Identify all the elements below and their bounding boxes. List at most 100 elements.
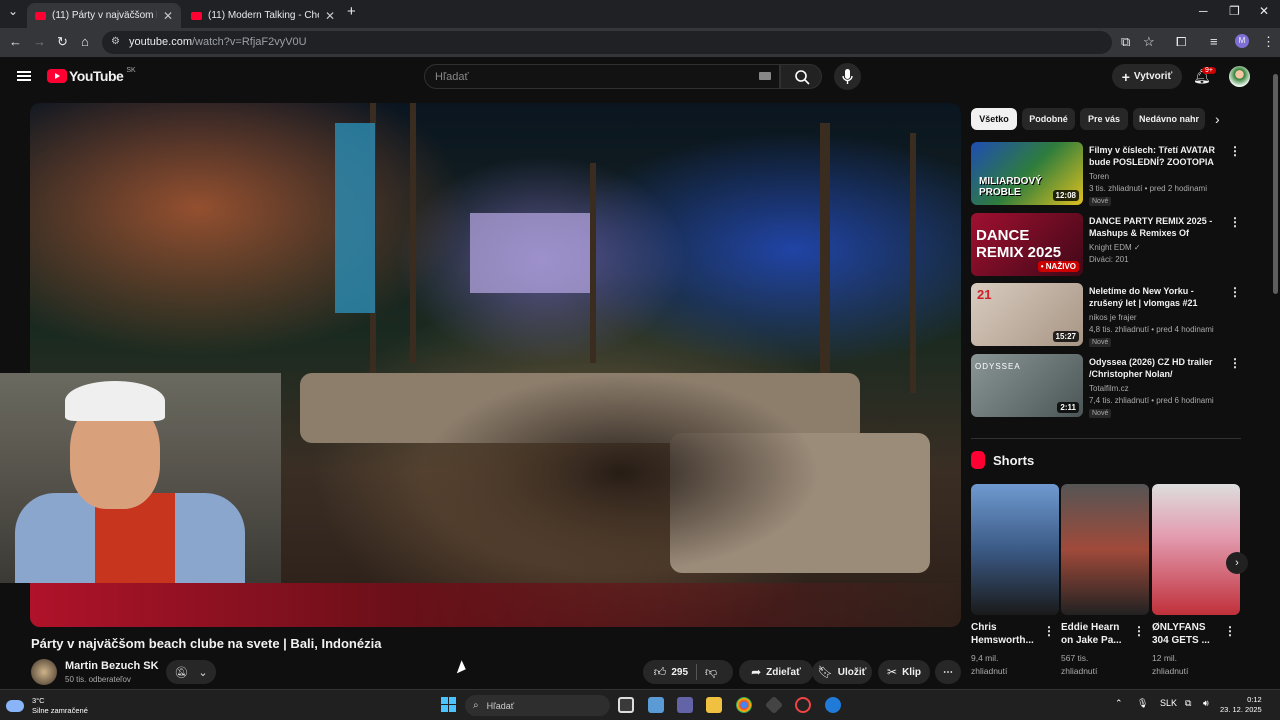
scrollbar-thumb[interactable] <box>1273 74 1278 294</box>
share-button[interactable]: ➦ Zdieľať <box>739 660 813 684</box>
chip-for-you[interactable]: Pre vás <box>1080 108 1128 130</box>
short-title[interactable]: Chris <box>971 621 1043 634</box>
youtube-logo[interactable]: YouTube SK <box>47 67 136 84</box>
home-icon[interactable]: ⌂ <box>81 34 89 49</box>
more-icon[interactable]: ⋮ <box>1224 624 1236 638</box>
more-icon[interactable]: ⋮ <box>1133 624 1145 638</box>
channel-name[interactable]: nikos je frajer <box>1089 313 1137 322</box>
chevron-up-icon[interactable]: ⌃ <box>1115 698 1123 709</box>
video-title[interactable]: DANCE PARTY REMIX 2025 - Mashups & Remix… <box>1089 215 1221 239</box>
more-icon[interactable]: ⋮ <box>1229 285 1241 299</box>
taskbar-search[interactable]: ⌕ Hľadať <box>465 695 610 716</box>
mic-tray-icon[interactable]: 🎙︎ <box>1137 698 1148 709</box>
clip-button[interactable]: ✂ Klip <box>878 660 930 684</box>
video-thumbnail[interactable]: ODYSSEA 2:11 <box>971 354 1083 417</box>
recommendation-item[interactable]: DANCE REMIX 2025 • NAŽIVO DANCE PARTY RE… <box>971 213 1241 277</box>
close-tab-icon[interactable]: ✕ <box>163 9 173 23</box>
app-icon[interactable] <box>825 697 841 713</box>
video-title[interactable]: Filmy v číslech: Třetí AVATAR bude POSLE… <box>1089 144 1221 168</box>
short-item[interactable]: Eddie Hearn on Jake Pa... 567 tis. zhlia… <box>1061 484 1149 676</box>
teams-icon[interactable] <box>677 697 693 713</box>
search-placeholder: Hľadať <box>435 71 469 83</box>
short-thumbnail[interactable] <box>1152 484 1240 615</box>
extensions-icon[interactable]: ⧠ <box>1176 34 1186 50</box>
subscription-bell-button[interactable]: 🔕︎ ⌄ <box>166 660 216 684</box>
task-view-icon[interactable] <box>618 697 634 713</box>
minimize-icon[interactable]: ─ <box>1199 4 1208 18</box>
channel-name[interactable]: Knight EDM ✓ <box>1089 243 1141 252</box>
install-icon[interactable]: ⧉ <box>1121 34 1130 50</box>
media-control-icon[interactable]: ≡ <box>1210 34 1218 49</box>
chevron-right-icon[interactable]: › <box>1226 552 1248 574</box>
recommendation-item[interactable]: ODYSSEA 2:11 Odyssea (2026) CZ HD traile… <box>971 354 1241 418</box>
page-scrollbar[interactable] <box>1271 57 1280 689</box>
profile-avatar[interactable]: M <box>1235 34 1249 48</box>
more-icon[interactable]: ⋮ <box>1229 144 1241 158</box>
like-icon[interactable]: 👍︎ <box>654 665 667 680</box>
reload-icon[interactable]: ↻ <box>57 34 68 50</box>
store-icon[interactable] <box>648 697 664 713</box>
address-bar[interactable]: ⚙ youtube.com/watch?v=RfjaF2vyV0U <box>102 31 1112 54</box>
voice-search-button[interactable] <box>834 63 861 90</box>
keyboard-icon[interactable] <box>759 72 771 80</box>
user-avatar[interactable] <box>1229 66 1250 87</box>
chrome-icon[interactable] <box>736 697 752 713</box>
channel-name[interactable]: Totalfilm.cz <box>1089 384 1129 393</box>
short-title[interactable]: Eddie Hearn <box>1061 621 1133 634</box>
channel-avatar[interactable] <box>31 659 57 685</box>
more-icon[interactable]: ⋮ <box>1229 215 1241 229</box>
short-title[interactable]: Hemsworth... <box>971 634 1043 647</box>
weather-widget[interactable]: 3°C Silne zamračené <box>6 696 88 716</box>
close-tab-icon[interactable]: ✕ <box>325 9 335 23</box>
short-thumbnail[interactable] <box>971 484 1059 615</box>
bookmark-star-icon[interactable]: ☆ <box>1143 34 1155 50</box>
new-tab-button[interactable]: + <box>347 3 356 20</box>
channel-name[interactable]: Martin Bezuch SK <box>65 660 159 672</box>
short-title[interactable]: 304 GETS ... <box>1152 634 1224 647</box>
chevron-right-icon[interactable]: › <box>1215 111 1220 127</box>
back-icon[interactable]: ← <box>9 34 22 49</box>
recommendation-item[interactable]: MILIARDOVÝ PROBLE 12:08 Filmy v číslech:… <box>971 142 1241 206</box>
video-title[interactable]: Odyssea (2026) CZ HD trailer /Christophe… <box>1089 356 1221 380</box>
close-window-icon[interactable]: ✕ <box>1259 4 1269 18</box>
volume-icon[interactable]: 🔊︎ <box>1203 698 1209 709</box>
tab-search-icon[interactable]: ⌄ <box>8 4 18 18</box>
app-icon[interactable] <box>764 695 784 715</box>
recommendation-item[interactable]: 21 15:27 Neletíme do New Yorku - zrušený… <box>971 283 1241 347</box>
channel-name[interactable]: Toren <box>1089 172 1109 181</box>
short-item[interactable]: ØNLYFANS 304 GETS ... 12 mil. zhliadnutí… <box>1152 484 1240 676</box>
save-button[interactable]: 🔖︎ Uložiť <box>812 660 872 684</box>
system-clock[interactable]: 0:12 23. 12. 2025 <box>1220 695 1262 715</box>
more-icon[interactable]: ⋮ <box>1043 624 1055 638</box>
chip-recently-uploaded[interactable]: Nedávno nahr <box>1133 108 1205 130</box>
menu-icon[interactable] <box>17 71 31 81</box>
app-icon[interactable] <box>795 697 811 713</box>
video-title[interactable]: Neletíme do New Yorku - zrušený let | vl… <box>1089 285 1221 309</box>
video-thumbnail[interactable]: 21 15:27 <box>971 283 1083 346</box>
search-input[interactable]: Hľadať <box>424 64 780 89</box>
video-thumbnail[interactable]: MILIARDOVÝ PROBLE 12:08 <box>971 142 1083 205</box>
network-icon[interactable]: ⧉ <box>1185 698 1191 709</box>
short-title[interactable]: on Jake Pa... <box>1061 634 1133 647</box>
create-button[interactable]: + Vytvoriť <box>1112 64 1182 89</box>
more-actions-button[interactable]: ⋯ <box>935 660 961 684</box>
site-info-icon[interactable]: ⚙ <box>111 36 120 47</box>
short-title[interactable]: ØNLYFANS <box>1152 621 1224 634</box>
restore-icon[interactable]: ❐ <box>1229 4 1240 18</box>
browser-menu-icon[interactable]: ⋮ <box>1262 34 1275 50</box>
dislike-icon[interactable]: 👎︎ <box>705 665 717 680</box>
file-explorer-icon[interactable] <box>706 697 722 713</box>
like-count[interactable]: 295 <box>671 667 688 678</box>
short-item[interactable]: Chris Hemsworth... 9,4 mil. zhliadnutí ⋮ <box>971 484 1059 676</box>
short-thumbnail[interactable] <box>1061 484 1149 615</box>
tab-inactive[interactable]: (11) Modern Talking - Cheri Che ✕ <box>183 3 343 28</box>
more-icon[interactable]: ⋮ <box>1229 356 1241 370</box>
chip-related[interactable]: Podobné <box>1022 108 1075 130</box>
windows-icon[interactable] <box>441 697 456 712</box>
tab-active[interactable]: (11) Párty v najväčšom beach clube ✕ <box>27 3 181 28</box>
video-thumbnail[interactable]: DANCE REMIX 2025 • NAŽIVO <box>971 213 1083 276</box>
language-indicator[interactable]: SLK <box>1160 698 1177 708</box>
search-button[interactable] <box>780 64 822 89</box>
forward-icon[interactable]: → <box>33 34 46 49</box>
chip-all[interactable]: Všetko <box>971 108 1017 130</box>
